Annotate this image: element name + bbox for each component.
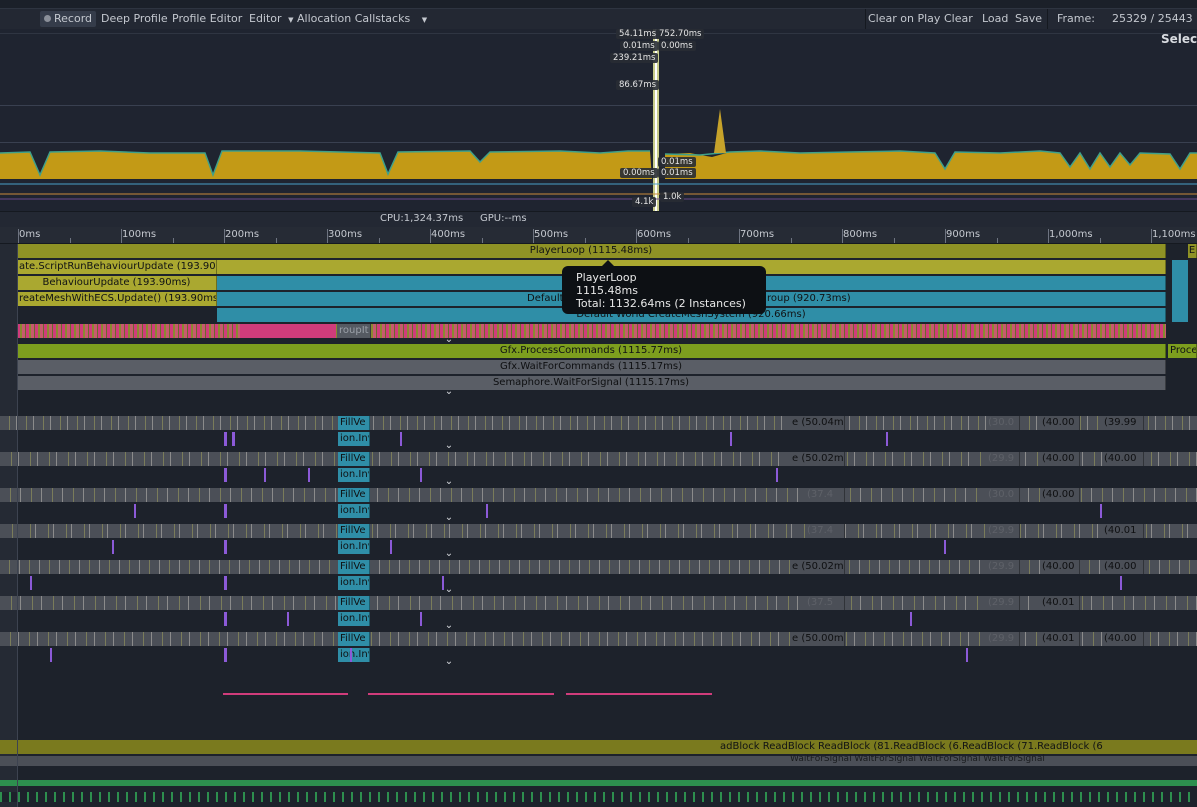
tooltip-sample-duration: 1115.48ms	[576, 284, 638, 297]
graph-value-label: 0.00ms	[658, 41, 696, 51]
ruler-mark	[173, 238, 174, 243]
graph-value-label: 0.01ms	[620, 41, 658, 51]
graph-value-label: 0.00ms	[620, 168, 658, 178]
tooltip-sample-total: Total: 1132.64ms (2 Instances)	[576, 297, 746, 310]
timeline-ruler[interactable]: 0ms 100ms 200ms 300ms 400ms 500ms 600ms …	[0, 227, 1197, 244]
graph-value-label: 0.01ms	[658, 157, 696, 167]
profiler-toolbar: Record Deep Profile Profile Editor Edito…	[0, 8, 1197, 30]
ruler-mark	[739, 229, 740, 243]
ruler-mark	[1048, 229, 1049, 243]
deep-profile-button[interactable]: Deep Profile	[97, 11, 172, 27]
ruler-mark	[482, 238, 483, 243]
clear-button[interactable]: Clear	[940, 11, 977, 27]
load-button[interactable]: Load	[978, 11, 1012, 27]
frame-counter: 25329 / 25443	[1112, 12, 1193, 25]
timeline-view[interactable]: PlayerLoop (1115.48ms) E ate.ScriptRunBe…	[0, 244, 1197, 807]
ruler-mark	[327, 229, 328, 243]
ruler-tick-label: 900ms	[946, 229, 981, 240]
clear-on-play-button[interactable]: Clear on Play	[864, 11, 944, 27]
cpu-graph-area	[0, 29, 1197, 211]
sample-tooltip: PlayerLoop 1115.48ms Total: 1132.64ms (2…	[562, 260, 766, 314]
ruler-tick-label: 1,000ms	[1049, 229, 1093, 240]
toolbar-separator	[1047, 9, 1048, 29]
bottom-thread-waitsignals[interactable]: WaitForSignal WaitForSignal WaitForSigna…	[790, 754, 1045, 764]
select-label: Selec	[1161, 32, 1197, 46]
ruler-mark	[224, 229, 225, 243]
graph-value-label: 239.21ms	[610, 53, 659, 63]
job-markers	[0, 432, 1197, 786]
graph-value-label: 0.01ms	[658, 168, 696, 178]
ruler-mark	[791, 238, 792, 243]
ruler-mark	[997, 238, 998, 243]
frame-label: Frame:	[1057, 12, 1095, 25]
ruler-tick-label: 100ms	[122, 229, 157, 240]
ruler-tick-label: 500ms	[534, 229, 569, 240]
ruler-mark	[379, 238, 380, 243]
ruler-tick-label: 800ms	[843, 229, 878, 240]
tooltip-sample-name: PlayerLoop	[576, 271, 637, 284]
ruler-tick-label: 1,100ms	[1152, 229, 1196, 240]
selection-line	[17, 244, 18, 807]
bottom-frame-strip	[0, 792, 1197, 802]
ruler-mark	[121, 229, 122, 243]
ruler-mark	[842, 229, 843, 243]
chevron-down-icon: ▼	[421, 16, 428, 24]
ruler-mark	[636, 229, 637, 243]
record-icon	[44, 15, 51, 22]
ruler-mark	[585, 238, 586, 243]
ruler-mark	[1151, 229, 1152, 243]
ruler-mark	[276, 238, 277, 243]
ruler-mark	[1100, 238, 1101, 243]
ruler-mark	[430, 229, 431, 243]
graph-value-label: 752.70ms	[656, 29, 705, 39]
save-button[interactable]: Save	[1011, 11, 1046, 27]
graph-value-label: 54.11ms	[616, 29, 660, 39]
ruler-mark	[533, 229, 534, 243]
gpu-time-label: GPU:--ms	[480, 213, 527, 224]
ruler-tick-label: 200ms	[225, 229, 260, 240]
graph-value-label: 4.1k	[632, 197, 657, 207]
ruler-tick-label: 600ms	[637, 229, 672, 240]
graph-value-label: 86.67ms	[616, 80, 660, 90]
profile-editor-button[interactable]: Profile Editor	[168, 11, 246, 27]
ruler-mark	[18, 229, 19, 243]
bottom-thread-readblocks[interactable]: adBlock ReadBlock ReadBlock (81.ReadBloc…	[720, 741, 1103, 752]
cpu-time-label: CPU:1,324.37ms	[380, 213, 464, 224]
frame-timing-status: CPU:1,324.37ms GPU:--ms	[0, 211, 1197, 227]
ruler-tick-label: 700ms	[740, 229, 775, 240]
ruler-mark	[894, 238, 895, 243]
allocation-callstacks-dropdown[interactable]: Allocation Callstacks ▼	[293, 11, 431, 27]
ruler-tick-label: 400ms	[431, 229, 466, 240]
editor-dropdown[interactable]: Editor ▼	[245, 11, 297, 27]
graph-value-label: 1.0k	[660, 192, 685, 202]
ruler-mark	[688, 238, 689, 243]
ruler-mark	[945, 229, 946, 243]
cpu-usage-graph[interactable]: 54.11ms 752.70ms 0.01ms 0.00ms 239.21ms …	[0, 29, 1197, 211]
record-label: Record	[54, 12, 93, 25]
ruler-tick-label: 300ms	[328, 229, 363, 240]
editor-dropdown-label: Editor	[249, 12, 282, 25]
allocation-callstacks-label: Allocation Callstacks	[297, 12, 411, 25]
record-button[interactable]: Record	[40, 11, 97, 27]
tooltip-arrow	[602, 260, 614, 266]
ruler-mark	[70, 238, 71, 243]
ruler-tick-label: 0ms	[19, 229, 41, 240]
